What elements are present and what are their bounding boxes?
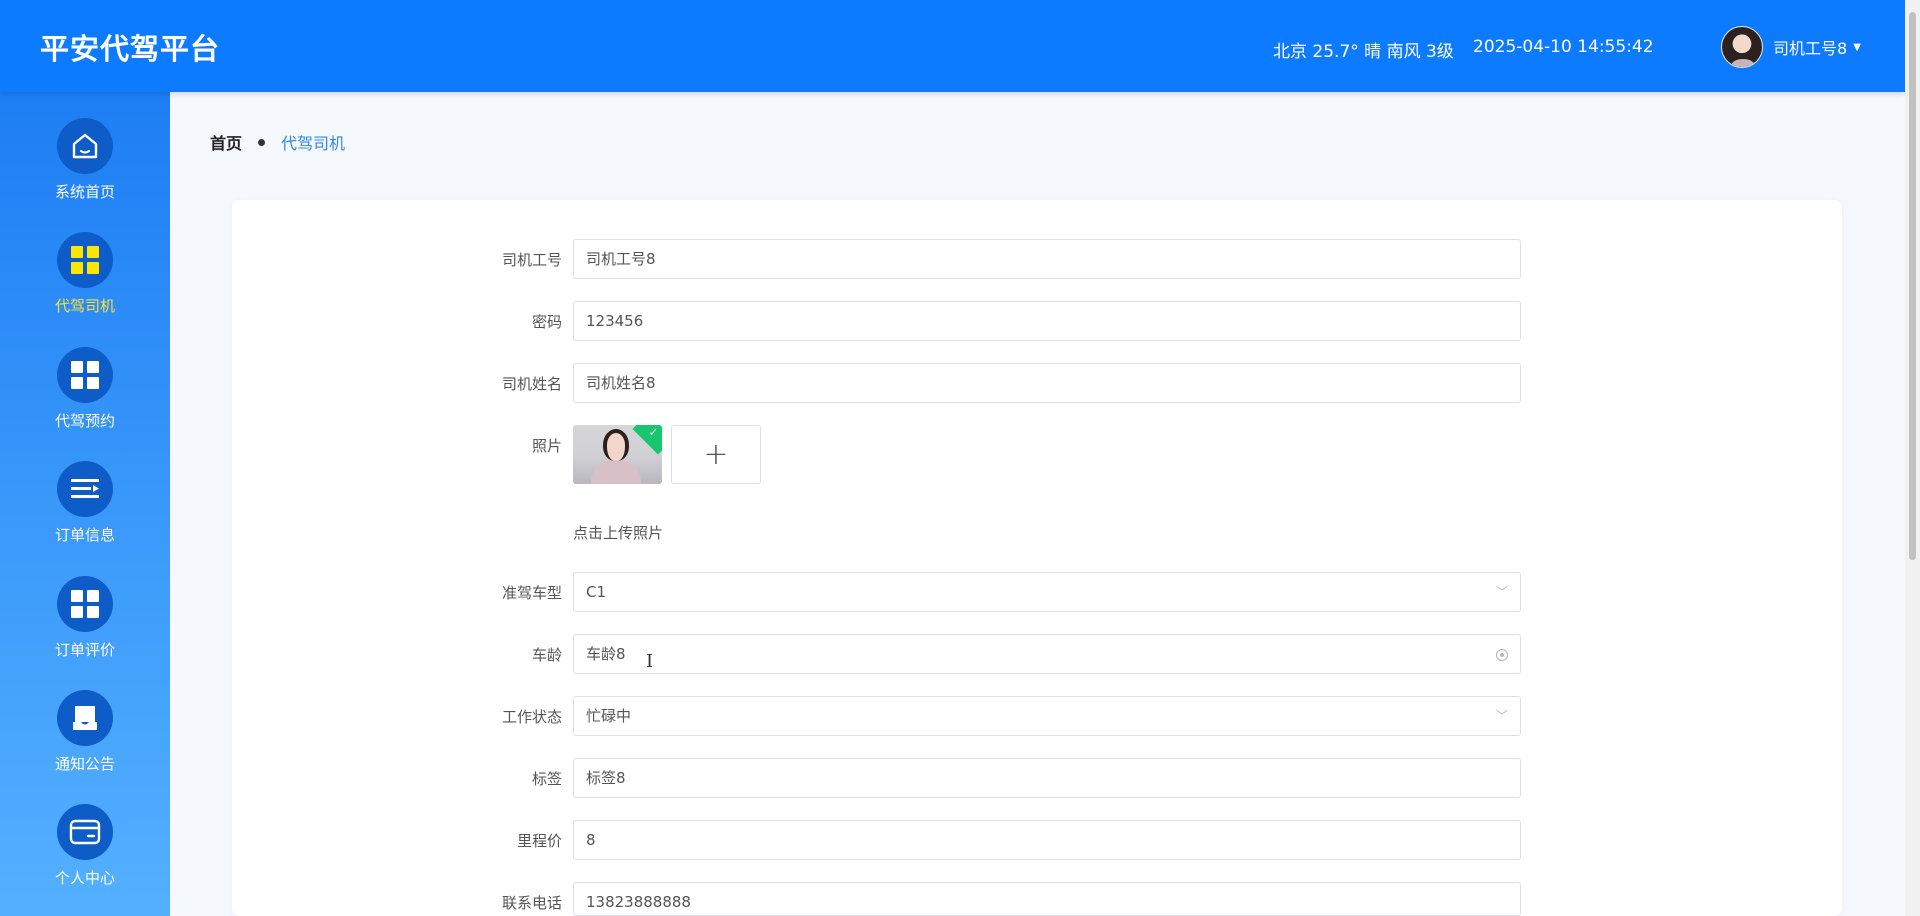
photo-label: 照片: [531, 437, 562, 455]
caret-down-icon: ▼: [1853, 41, 1861, 53]
grid-icon: [57, 576, 113, 632]
current-datetime: 2025-04-10 14:55:42: [1473, 37, 1654, 57]
sidebar-item-profile[interactable]: 个人中心: [0, 804, 170, 904]
app-logo: 平安代驾平台: [40, 32, 221, 66]
chevron-down-icon: ﹀: [1495, 709, 1508, 723]
sidebar-item-label: 代驾预约: [54, 412, 115, 430]
grid-icon: [57, 232, 113, 288]
sidebar-item-notices[interactable]: 通知公告: [0, 690, 170, 790]
scrollbar-thumb[interactable]: [1909, 12, 1916, 560]
breadcrumb: 首页 代驾司机: [210, 130, 345, 154]
text-cursor-icon: I: [646, 651, 654, 672]
work-status-select[interactable]: 忙碌中 ﹀: [573, 696, 1521, 736]
driver-name-input[interactable]: 司机姓名8: [573, 363, 1521, 403]
wallet-icon: [57, 804, 113, 860]
phone-label: 联系电话: [501, 894, 562, 912]
top-header: 平安代驾平台 北京 25.7° 晴 南风 3级 2025-04-10 14:55…: [0, 0, 1905, 92]
sidebar-item-reservations[interactable]: 代驾预约: [0, 347, 170, 447]
uploaded-photo[interactable]: ✓: [573, 425, 662, 484]
sidebar-item-label: 通知公告: [54, 755, 115, 773]
upload-photo-button[interactable]: +: [671, 425, 761, 484]
clear-icon[interactable]: [1496, 649, 1508, 661]
user-menu[interactable]: 司机工号8 ▼: [1721, 25, 1861, 69]
driver-name-label: 司机姓名: [501, 375, 562, 393]
chevron-down-icon: ﹀: [1495, 585, 1508, 599]
mileage-price-label: 里程价: [516, 832, 562, 850]
tag-input[interactable]: 标签8: [573, 758, 1521, 798]
sidebar-item-label: 订单评价: [54, 641, 115, 659]
plus-icon: +: [703, 436, 729, 472]
home-icon: [57, 118, 113, 174]
sidebar-item-home[interactable]: 系统首页: [0, 118, 170, 218]
work-status-label: 工作状态: [501, 708, 562, 726]
driving-years-label: 车龄: [531, 646, 562, 664]
breadcrumb-home[interactable]: 首页: [210, 130, 242, 154]
mileage-price-input[interactable]: 8: [573, 820, 1521, 860]
sidebar-item-label: 代驾司机: [54, 297, 115, 315]
sidebar-item-drivers[interactable]: 代驾司机: [0, 232, 170, 332]
driving-years-value: 车龄8: [586, 645, 626, 663]
sidebar-item-label: 个人中心: [54, 869, 115, 887]
phone-input[interactable]: 13823888888: [573, 882, 1521, 916]
driver-no-input[interactable]: 司机工号8: [573, 239, 1521, 279]
tag-label: 标签: [531, 770, 562, 788]
sidebar-item-reviews[interactable]: 订单评价: [0, 576, 170, 676]
breadcrumb-separator: [258, 138, 266, 146]
driver-no-label: 司机工号: [501, 251, 562, 269]
license-type-select[interactable]: C1 ﹀: [573, 572, 1521, 612]
password-label: 密码: [531, 313, 562, 331]
user-name: 司机工号8: [1773, 39, 1848, 58]
license-type-label: 准驾车型: [501, 584, 562, 602]
sidebar-item-label: 订单信息: [54, 526, 115, 544]
sidebar-item-label: 系统首页: [54, 183, 115, 201]
sidebar-item-orders[interactable]: 订单信息: [0, 461, 170, 561]
sidebar: 系统首页 代驾司机 代驾预约 订单信息 订单评价 通知公告 个人中心: [0, 92, 170, 916]
weather-info: 北京 25.7° 晴 南风 3级: [1273, 42, 1454, 62]
notice-icon: [57, 690, 113, 746]
password-input[interactable]: 123456: [573, 301, 1521, 341]
list-icon: [57, 461, 113, 517]
breadcrumb-current: 代驾司机: [281, 134, 346, 153]
avatar: [1721, 26, 1763, 68]
driving-years-input[interactable]: 车龄8: [573, 634, 1521, 674]
grid-icon: [57, 347, 113, 403]
license-type-value: C1: [586, 583, 607, 601]
upload-hint: 点击上传照片: [573, 524, 664, 542]
work-status-value: 忙碌中: [586, 707, 632, 725]
check-icon: ✓: [648, 426, 658, 439]
page-scrollbar[interactable]: [1905, 0, 1920, 916]
